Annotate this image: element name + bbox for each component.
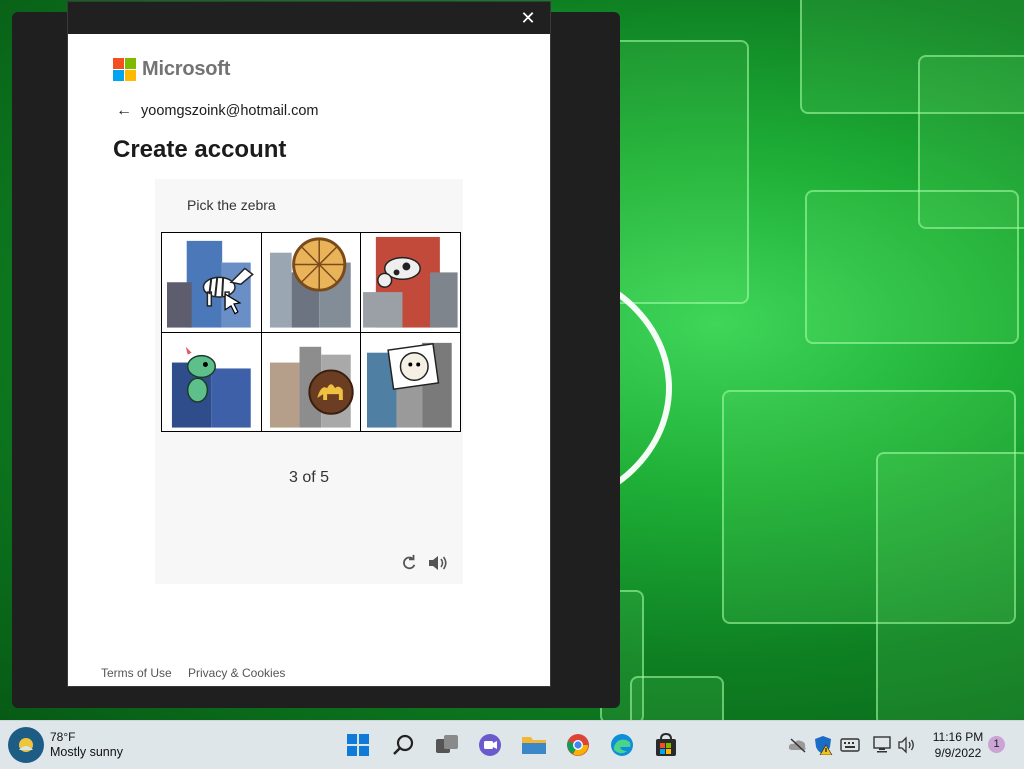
dialog-titlebar: ✕ [68, 2, 550, 34]
captcha-tile-dinosaur[interactable] [162, 332, 261, 431]
page-title: Create account [113, 136, 287, 163]
captcha-progress: 3 of 5 [288, 469, 330, 486]
wallpaper-shape [805, 190, 1019, 344]
brand-name: Microsoft [142, 58, 231, 80]
terms-of-use-link[interactable]: Terms of Use [101, 666, 172, 680]
task-view-icon[interactable] [431, 729, 463, 761]
captcha-tile-pizza[interactable] [261, 233, 361, 332]
captcha-tile-camel[interactable] [261, 332, 361, 431]
edge-icon[interactable] [606, 729, 638, 761]
volume-icon[interactable] [897, 735, 917, 755]
close-button[interactable]: ✕ [516, 6, 540, 30]
refresh-icon[interactable] [400, 554, 418, 572]
captcha-tile-cow[interactable] [361, 233, 460, 332]
system-clock[interactable]: 11:16 PM 9/9/2022 [928, 729, 988, 761]
microsoft-logo: Microsoft [113, 58, 230, 81]
weather-sun-icon [8, 727, 44, 763]
microsoft-logo-icon [113, 58, 136, 81]
weather-widget[interactable]: 78°F Mostly sunny [8, 727, 123, 763]
search-icon[interactable] [387, 729, 419, 761]
wallpaper-shape [876, 452, 1024, 720]
clock-date: 9/9/2022 [934, 746, 982, 760]
weather-temperature: 78°F [50, 730, 76, 744]
captcha-instruction: Pick the zebra [187, 197, 276, 213]
chrome-icon[interactable] [562, 729, 594, 761]
wallpaper-shape [630, 676, 724, 720]
store-icon[interactable] [650, 729, 682, 761]
audio-icon[interactable] [427, 554, 449, 572]
create-account-dialog: ✕ Microsoft ← yoomgszoink@hotmail.com Cr… [68, 2, 550, 686]
back-arrow-icon[interactable]: ← [116, 102, 136, 120]
weather-description: Mostly sunny [50, 745, 123, 759]
captcha-challenge: Pick the zebra 3 of 5 [155, 179, 463, 584]
taskbar: 78°F Mostly sunny 11:16 PM 9/9/2022 1 [0, 720, 1024, 769]
captcha-tile-sheep[interactable] [361, 332, 460, 431]
captcha-tile-zebra[interactable] [162, 233, 261, 332]
network-icon[interactable] [872, 735, 892, 755]
start-icon[interactable] [342, 729, 374, 761]
onedrive-offline-icon[interactable] [788, 735, 808, 755]
file-explorer-icon[interactable] [518, 729, 550, 761]
privacy-cookies-link[interactable]: Privacy & Cookies [188, 666, 285, 680]
keyboard-icon[interactable] [840, 735, 860, 755]
notification-badge[interactable]: 1 [988, 736, 1005, 753]
wallpaper-shape [610, 40, 749, 304]
captcha-image-grid [161, 232, 461, 432]
account-email: yoomgszoink@hotmail.com [141, 103, 319, 119]
security-warning-icon[interactable] [813, 735, 833, 755]
chat-icon[interactable] [474, 729, 506, 761]
clock-time: 11:16 PM [932, 730, 984, 744]
account-identity: ← yoomgszoink@hotmail.com [116, 102, 319, 120]
